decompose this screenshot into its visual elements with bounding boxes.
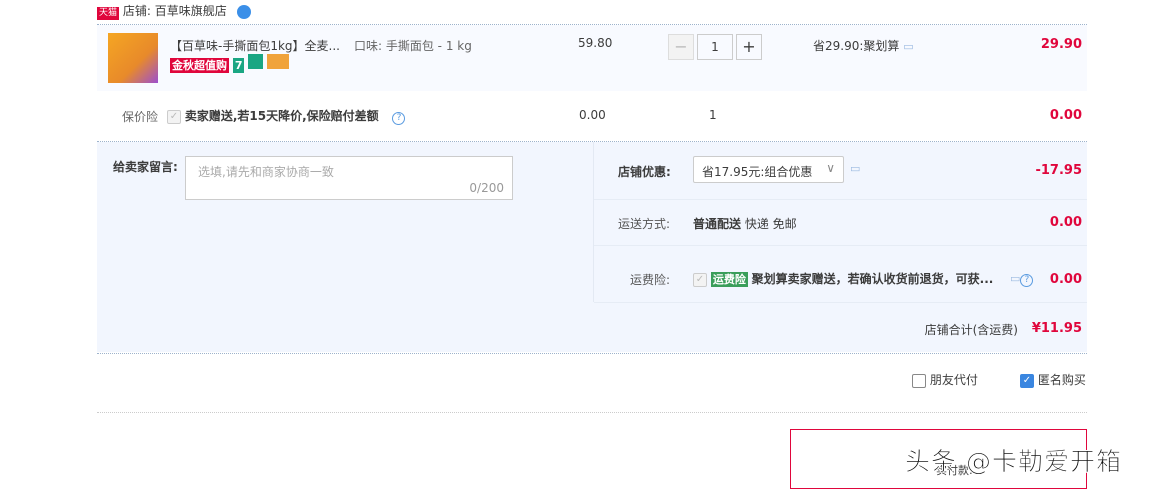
friend-pay-checkbox[interactable] (912, 373, 926, 388)
product-image[interactable] (108, 33, 158, 83)
insurance-option: ✓ 卖家赠送,若15天降价,保险赔付差额 ? (167, 107, 406, 125)
freight-ins-tag: 运费险 (710, 272, 748, 287)
anonymous-label: 匿名购买 (1037, 373, 1086, 387)
freight-ins-desc: 聚划算卖家赠送，若确认收货前退货，可获... (751, 272, 994, 286)
increase-button[interactable]: + (736, 34, 762, 60)
freight-ins-label: 运费险: (630, 273, 671, 287)
seven-day-return-icon: 7 (232, 58, 245, 73)
shipping-amount: 0.00 (1049, 215, 1082, 230)
insurance-qty: 1 (709, 108, 717, 122)
discount-label: 店铺优惠: (618, 165, 671, 179)
store-header: 天猫 店铺: 百草味旗舰店 (97, 2, 251, 20)
message-icon[interactable]: ▭ (850, 162, 860, 175)
freight-ins-checkbox[interactable]: ✓ (693, 272, 707, 287)
message-icon[interactable]: ▭ (903, 40, 913, 53)
freight-ins-amount: 0.00 (1049, 272, 1082, 287)
unit-price: 59.80 (578, 36, 613, 50)
discount-selected: 省17.95元:组合优惠 (702, 165, 813, 179)
message-input[interactable]: 选填,请先和商家协商一致 0/200 (185, 156, 513, 200)
message-count: 0/200 (469, 181, 504, 195)
anonymous-option[interactable]: ✓ 匿名购买 (1020, 371, 1086, 388)
insurance-label: 保价险 (122, 110, 159, 124)
tmall-badge: 天猫 (97, 7, 120, 20)
discount-amount: -17.95 (1035, 163, 1082, 178)
product-title[interactable]: 【百草味-手撕面包1kg】全麦... (170, 37, 340, 54)
saving-label: 省29.90:聚划算 (813, 39, 900, 53)
friend-pay-label: 朋友代付 (929, 373, 978, 387)
store-name[interactable]: 店铺: 百草味旗舰店 (123, 4, 227, 18)
product-sku: 口味: 手撕面包 - 1 kg (354, 39, 472, 53)
decrease-button[interactable]: − (668, 34, 694, 60)
freight-ins-option: ✓ 运费险 聚划算卖家赠送，若确认收货前退货，可获... (693, 270, 993, 287)
shipping-label: 运送方式: (618, 217, 671, 231)
insurance-price: 0.00 (579, 108, 606, 122)
total-label: 店铺合计(含运费) (924, 323, 1018, 337)
help-icon[interactable]: ? (1020, 274, 1034, 287)
service-icon (248, 54, 264, 69)
saving-text: 省29.90:聚划算 ▭ (813, 37, 914, 54)
insurance-desc: 卖家赠送,若15天降价,保险赔付差额 (184, 109, 379, 123)
chat-icon[interactable] (236, 4, 251, 19)
shipping-method: 普通配送 (693, 217, 742, 231)
freight-ins-icons: ▭? (1010, 271, 1034, 287)
help-icon[interactable]: ? (392, 112, 406, 125)
friend-pay-option[interactable]: 朋友代付 (912, 371, 978, 388)
quantity-stepper[interactable]: − 1 + (668, 34, 762, 60)
watermark: 头条 @卡勒爱开箱 (905, 447, 1122, 477)
insurance-checkbox[interactable]: ✓ (167, 109, 181, 124)
shipping-info: 普通配送 快递 免邮 (693, 215, 797, 232)
insurance-subtotal: 0.00 (1049, 108, 1082, 123)
discount-select[interactable]: 省17.95元:组合优惠 ∨ (693, 156, 844, 183)
chevron-down-icon: ∨ (826, 161, 835, 175)
quantity-input[interactable]: 1 (697, 34, 733, 60)
shipping-detail: 快递 免邮 (744, 217, 797, 231)
message-label: 给卖家留言: (113, 160, 178, 174)
message-icon[interactable]: ▭ (1010, 272, 1020, 285)
message-placeholder: 选填,请先和商家协商一致 (198, 165, 334, 179)
total-amount: ¥11.95 (1031, 321, 1082, 336)
card-icon (267, 54, 290, 69)
promo-tag: 金秋超值购 (170, 58, 229, 73)
item-subtotal: 29.90 (1040, 37, 1082, 52)
anonymous-checkbox[interactable]: ✓ (1020, 373, 1034, 388)
